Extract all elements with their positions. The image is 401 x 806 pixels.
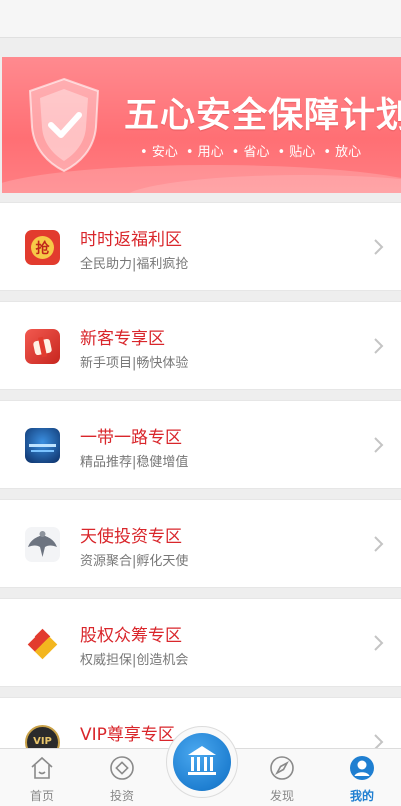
home-icon (31, 756, 53, 779)
tab-label: 首页 (29, 789, 54, 803)
tab-label: 我的 (349, 789, 374, 803)
zone-title: 股权众筹专区 (80, 626, 182, 646)
safety-banner[interactable]: 五心安全保障计划 安心 用心 省心 贴心 放心 (2, 57, 401, 193)
zone-title: 新客专享区 (80, 329, 165, 349)
grab-red-envelope-icon: 抢 (25, 230, 60, 265)
banner-title: 五心安全保障计划 (124, 96, 401, 136)
equity-crowdfunding-icon (27, 628, 58, 660)
banner-tag: 贴心 (277, 141, 315, 160)
bank-icon (188, 746, 216, 775)
user-profile-icon (350, 756, 374, 780)
angel-wings-icon (25, 527, 60, 562)
zone-subtitle: 精品推荐|稳健增值 (80, 455, 189, 470)
chevron-right-icon (374, 635, 384, 651)
zone-list: 抢 时时返福利区 全民助力|福利疯抢 新客专享区 新手项目|畅快体验 一带一路专… (0, 202, 401, 796)
banner-tag: 用心 (186, 141, 224, 160)
bank-button-face (173, 733, 231, 791)
tab-discover[interactable]: 发现 (252, 749, 312, 806)
zone-subtitle: 权威担保|创造机会 (80, 653, 189, 668)
banner-tag: 放心 (323, 141, 361, 160)
vip-icon-label: VIP (33, 736, 52, 747)
zone-subtitle: 资源聚合|孵化天使 (80, 554, 189, 569)
tab-invest[interactable]: 投资 (92, 749, 152, 806)
zone-item-welfare[interactable]: 抢 时时返福利区 全民助力|福利疯抢 (0, 202, 401, 291)
new-user-gift-icon (25, 329, 60, 364)
chevron-right-icon (374, 338, 384, 354)
zone-item-belt-road[interactable]: 一带一路专区 精品推荐|稳健增值 (0, 400, 401, 489)
belt-and-road-icon (25, 428, 60, 463)
chevron-right-icon (374, 536, 384, 552)
zone-title: 时时返福利区 (80, 230, 182, 250)
bank-center-button[interactable] (166, 726, 238, 798)
banner-tag: 安心 (140, 141, 178, 160)
zone-item-new-user[interactable]: 新客专享区 新手项目|畅快体验 (0, 301, 401, 390)
tab-label: 投资 (109, 789, 134, 803)
top-bar (0, 0, 401, 38)
zone-item-angel[interactable]: 天使投资专区 资源聚合|孵化天使 (0, 499, 401, 588)
banner-tag: 省心 (232, 141, 269, 160)
compass-icon (270, 756, 294, 780)
zone-title: VIP尊享专区 (80, 725, 175, 745)
chevron-right-icon (374, 239, 384, 255)
grab-icon-label: 抢 (35, 241, 50, 257)
invest-icon (110, 756, 134, 780)
tab-mine[interactable]: 我的 (332, 749, 392, 806)
tab-label: 发现 (269, 789, 294, 803)
zone-title: 一带一路专区 (80, 428, 182, 448)
zone-title: 天使投资专区 (80, 527, 182, 547)
zone-subtitle: 全民助力|福利疯抢 (80, 257, 189, 272)
tab-home[interactable]: 首页 (12, 749, 72, 806)
banner-tags: 安心 用心 省心 贴心 放心 (140, 141, 361, 160)
zone-subtitle: 新手项目|畅快体验 (80, 356, 189, 371)
shield-check-icon (28, 77, 100, 173)
zone-item-equity[interactable]: 股权众筹专区 权威担保|创造机会 (0, 598, 401, 687)
chevron-right-icon (374, 437, 384, 453)
